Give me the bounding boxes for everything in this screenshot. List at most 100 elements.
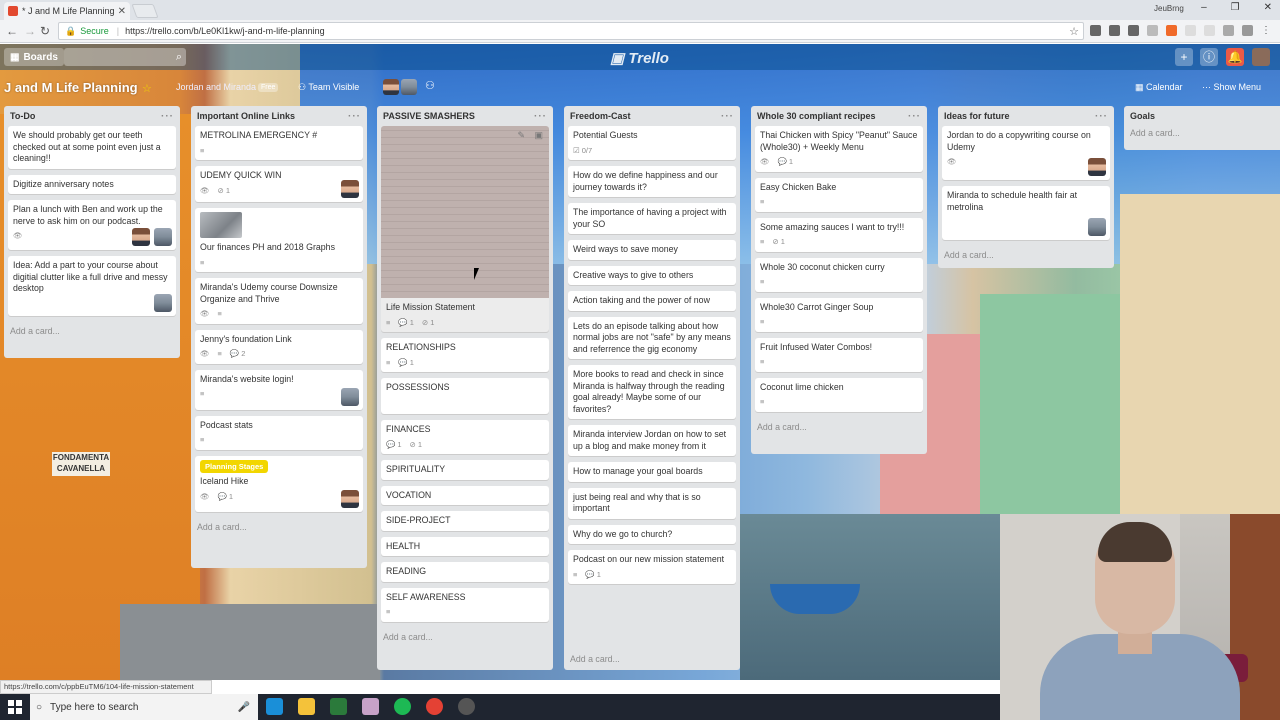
card[interactable]: METROLINA EMERGENCY # ≡ xyxy=(195,126,363,160)
card[interactable]: Planning Stages Iceland Hike 👁 💬 1 xyxy=(195,455,363,512)
chrome-profile-name[interactable]: JeuBrng xyxy=(1154,4,1184,13)
gmail-extension-icon[interactable] xyxy=(1090,25,1101,36)
member-avatar[interactable] xyxy=(341,489,359,508)
list-cards-scroll[interactable]: Potential Guests ☑ 0/7 How do we define ha… xyxy=(568,126,736,650)
back-icon[interactable]: ← xyxy=(6,24,18,38)
minimize-icon[interactable]: – xyxy=(1201,2,1207,13)
list-whole-30-recipes[interactable]: Whole 30 compliant recipes ··· Thai Chick… xyxy=(751,106,927,454)
board-title[interactable]: J and M Life Planning xyxy=(4,80,138,95)
card[interactable]: HEALTH xyxy=(381,536,549,556)
show-menu-button[interactable]: ··· Show Menu xyxy=(1202,82,1261,92)
card-edit-icon[interactable]: ▣ xyxy=(534,130,543,142)
list-ideas-for-future[interactable]: Ideas for future ··· Jordan to do a copyw… xyxy=(938,106,1114,268)
add-card-link[interactable]: Add a card... xyxy=(8,322,176,342)
add-card-link[interactable]: Add a card... xyxy=(381,628,549,648)
card[interactable]: Lets do an episode talking about how nor… xyxy=(568,316,736,359)
close-window-icon[interactable]: ✕ xyxy=(1264,2,1272,13)
card[interactable]: Jenny's foundation Link 👁 ≡ 💬 2 xyxy=(195,329,363,364)
store-icon[interactable] xyxy=(330,698,347,715)
add-card-link[interactable]: Add a card... xyxy=(942,246,1110,266)
reload-icon[interactable]: ↻ xyxy=(40,24,50,38)
card[interactable]: Digitize anniversary notes xyxy=(8,174,176,194)
card[interactable]: Miranda's website login! ≡ xyxy=(195,369,363,410)
list-header[interactable]: Whole 30 compliant recipes ··· xyxy=(755,106,923,126)
trello-logo[interactable]: ▣ Trello xyxy=(610,49,669,67)
list-menu-icon[interactable]: ··· xyxy=(161,111,174,122)
card[interactable]: just being real and why that is so impor… xyxy=(568,487,736,519)
card[interactable]: Weird ways to save money xyxy=(568,240,736,260)
browser-tab[interactable]: * J and M Life Planning | ✕ xyxy=(4,2,130,20)
card[interactable]: UDEMY QUICK WIN 👁 ⊘ 1 xyxy=(195,166,363,202)
extension-icon[interactable] xyxy=(1223,25,1234,36)
extension-icon[interactable] xyxy=(1109,25,1120,36)
new-tab-button[interactable] xyxy=(131,4,159,18)
member-avatar[interactable] xyxy=(341,387,359,406)
card[interactable]: Action taking and the power of now xyxy=(568,291,736,311)
member-avatar[interactable] xyxy=(383,79,399,95)
list-menu-icon[interactable]: ··· xyxy=(534,111,547,122)
card[interactable]: FINANCES 💬 1 ⊘ 1 xyxy=(381,420,549,454)
board-star-icon[interactable]: ☆ xyxy=(142,82,152,95)
extension-icon[interactable] xyxy=(1166,25,1177,36)
restore-icon[interactable]: ❐ xyxy=(1231,2,1240,13)
list-to-do[interactable]: To-Do ··· We should probably get our teet… xyxy=(4,106,180,358)
list-header[interactable]: Goals xyxy=(1128,106,1280,126)
windows-start-icon[interactable] xyxy=(8,700,22,714)
tab-close-icon[interactable]: ✕ xyxy=(118,6,126,17)
list-menu-icon[interactable]: ··· xyxy=(348,111,361,122)
list-goals[interactable]: Goals Add a card... xyxy=(1124,106,1280,150)
board-visibility[interactable]: ⚇ Team Visible xyxy=(298,82,359,93)
card[interactable]: SELF AWARENESS ≡ xyxy=(381,587,549,622)
card[interactable]: How to manage your goal boards xyxy=(568,462,736,482)
omnibox[interactable]: 🔒 Secure | https://trello.com/b/Le0Kl1kw… xyxy=(58,22,1084,40)
invite-member-icon[interactable]: ⚇ xyxy=(425,79,435,95)
chrome-icon[interactable] xyxy=(426,698,443,715)
extension-icon[interactable] xyxy=(1204,25,1215,36)
edit-pencil-icon[interactable]: ✎ xyxy=(517,130,525,142)
card[interactable]: Thai Chicken with Spicy "Peanut" Sauce (… xyxy=(755,126,923,172)
app-icon[interactable] xyxy=(458,698,475,715)
card[interactable]: Coconut lime chicken ≡ xyxy=(755,377,923,412)
card[interactable]: More books to read and check in since Mi… xyxy=(568,365,736,419)
chrome-menu-icon[interactable]: ⋮ xyxy=(1261,25,1272,36)
member-avatar[interactable] xyxy=(1088,158,1106,176)
list-header[interactable]: Freedom-Cast ··· xyxy=(568,106,736,126)
card[interactable]: Our finances PH and 2018 Graphs ≡ xyxy=(195,208,363,272)
microphone-icon[interactable]: 🎤 xyxy=(238,702,250,713)
card[interactable]: Potential Guests ☑ 0/7 xyxy=(568,126,736,160)
list-header[interactable]: To-Do ··· xyxy=(8,106,176,126)
spotify-icon[interactable] xyxy=(394,698,411,715)
card[interactable]: SPIRITUALITY xyxy=(381,460,549,480)
list-header[interactable]: PASSIVE SMASHERS ··· xyxy=(381,106,549,126)
card[interactable]: Jordan to do a copywriting course on Ude… xyxy=(942,126,1110,180)
card[interactable]: Creative ways to give to others xyxy=(568,265,736,285)
add-card-link[interactable]: Add a card... xyxy=(755,418,923,438)
list-header[interactable]: Ideas for future ··· xyxy=(942,106,1110,126)
card[interactable]: VOCATION xyxy=(381,485,549,505)
info-icon[interactable]: ⓘ xyxy=(1200,48,1218,66)
list-menu-icon[interactable]: ··· xyxy=(721,111,734,122)
member-avatar[interactable] xyxy=(1088,218,1106,236)
list-freedom-cast[interactable]: Freedom-Cast ··· Potential Guests ☑ 0/7 How… xyxy=(564,106,740,670)
member-avatar[interactable] xyxy=(154,294,172,312)
card[interactable]: Miranda to schedule health fair at metro… xyxy=(942,186,1110,240)
member-avatar[interactable] xyxy=(401,79,417,95)
calendar-button[interactable]: ▦ Calendar xyxy=(1135,82,1183,93)
list-passive-smashers[interactable]: PASSIVE SMASHERS ··· ✎ ▣ Life Mission Stat… xyxy=(377,106,553,670)
member-avatar[interactable] xyxy=(1252,48,1270,66)
card[interactable]: Miranda's Udemy course Downsize Organize… xyxy=(195,278,363,324)
board-team-name[interactable]: Jordan and Miranda xyxy=(176,82,256,92)
card[interactable]: How do we define happiness and our journ… xyxy=(568,166,736,197)
member-avatar[interactable] xyxy=(154,228,172,246)
card[interactable]: READING xyxy=(381,562,549,582)
list-menu-icon[interactable]: ··· xyxy=(908,111,921,122)
card[interactable]: Miranda interview Jordan on how to set u… xyxy=(568,425,736,456)
add-card-link[interactable]: Add a card... xyxy=(195,518,363,538)
member-avatar[interactable] xyxy=(341,180,359,198)
buffer-extension-icon[interactable] xyxy=(1128,25,1139,36)
card[interactable]: RELATIONSHIPS ≡ 💬 1 xyxy=(381,338,549,372)
card[interactable]: Easy Chicken Bake ≡ xyxy=(755,177,923,212)
extension-icon[interactable] xyxy=(1147,25,1158,36)
list-menu-icon[interactable]: ··· xyxy=(1095,111,1108,122)
card[interactable]: We should probably get our teeth checked… xyxy=(8,126,176,169)
